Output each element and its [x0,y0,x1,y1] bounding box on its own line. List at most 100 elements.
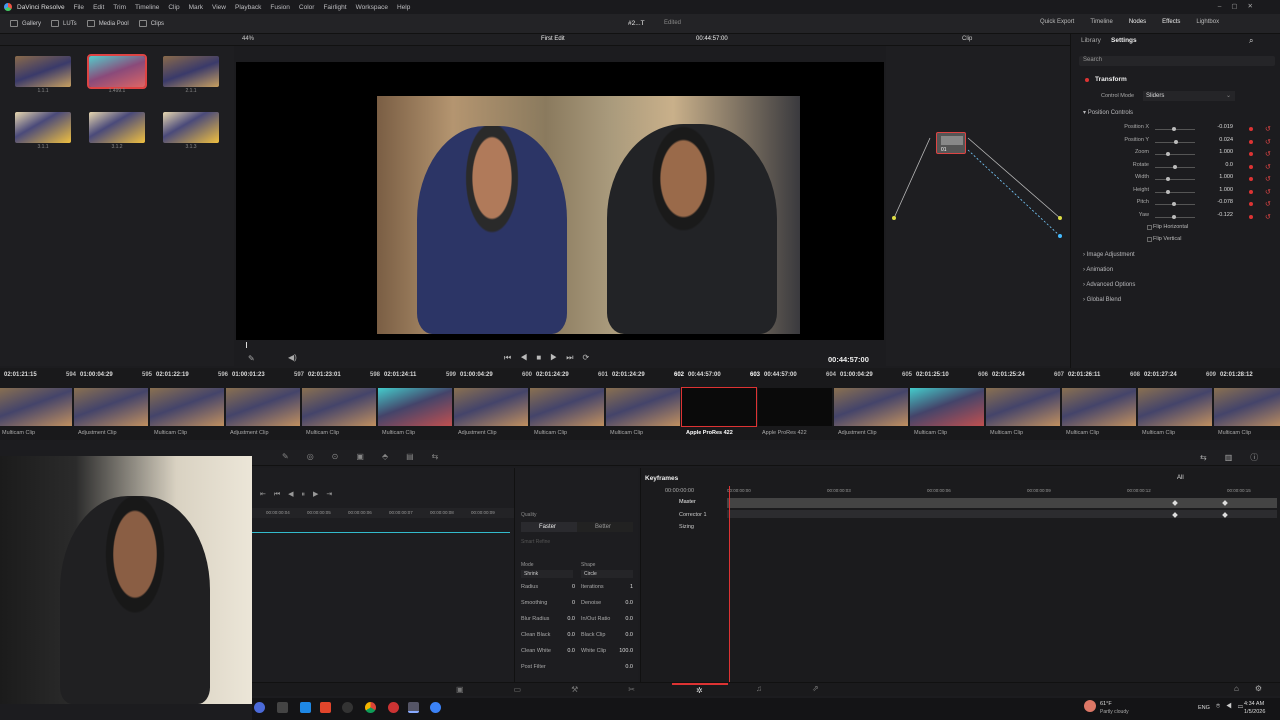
node-01[interactable]: 01 [936,132,966,154]
timeline-clip[interactable] [0,388,72,426]
gallery-still[interactable] [163,112,219,143]
menu-edit[interactable]: Edit [93,4,104,11]
reset-icon[interactable]: ↺ [1265,150,1271,158]
keyframe-button[interactable] [1249,164,1253,169]
chrome-icon[interactable] [365,702,376,713]
search-input[interactable]: Search [1079,56,1275,66]
param-slider[interactable] [1155,179,1195,180]
param-value[interactable]: 1.000 [1207,149,1233,155]
app-icon[interactable] [342,702,353,713]
timeline-clip[interactable] [1062,388,1136,426]
clip-mode-dropdown[interactable]: Clip [962,36,972,42]
tab-library[interactable]: Library [1081,37,1101,44]
quality-param-value[interactable]: 0 [555,600,575,606]
timeline-clip[interactable] [910,388,984,426]
corrector-keyframe-track[interactable] [727,510,1277,518]
param-value[interactable]: -0.019 [1207,124,1233,130]
app-icon[interactable] [388,702,399,713]
menu-view[interactable]: View [212,4,226,11]
app-icon[interactable] [300,702,311,713]
gallery-still[interactable] [89,112,145,143]
better-button[interactable]: Better [577,522,633,532]
reset-icon[interactable]: ↺ [1265,163,1271,171]
node-editor[interactable]: 01 [886,46,1070,366]
control-mode-dropdown[interactable]: Sliders ⌄ [1143,91,1235,101]
quality-param-value[interactable]: 100.0 [613,648,633,654]
color-page-tab[interactable]: ✲ [672,683,728,696]
reset-icon[interactable]: ↺ [1265,213,1271,221]
playhead-marker[interactable] [246,342,247,348]
slider-knob[interactable] [1171,214,1176,219]
menu-timeline[interactable]: Timeline [135,4,159,11]
mode-dropdown[interactable]: Shrink [521,570,573,578]
slider-knob[interactable] [1166,177,1171,181]
timeline-clip[interactable] [74,388,148,426]
tab-settings[interactable]: Settings [1111,37,1137,44]
quality-param-value[interactable]: 0.0 [555,616,575,622]
keyframe-playhead[interactable] [729,486,730,682]
slider-knob[interactable] [1166,152,1171,156]
param-slider[interactable] [1155,191,1195,193]
browser-icon[interactable] [320,702,331,713]
media-pool-button[interactable]: Media Pool [86,20,129,27]
image-adjustment-section[interactable]: › Image Adjustment [1083,252,1135,258]
param-value[interactable]: 1.000 [1207,187,1233,193]
faster-button[interactable]: Faster [521,522,577,532]
menu-clip[interactable]: Clip [168,4,179,11]
gallery-button[interactable]: Gallery [10,20,41,27]
slider-knob[interactable] [1166,189,1171,194]
slider-knob[interactable] [1173,139,1178,144]
tracker-transport-icons[interactable]: ⇤⏮◀⏸▶⇥ [260,490,340,499]
timeline-clip[interactable] [986,388,1060,426]
param-value[interactable]: 1.000 [1207,174,1233,180]
lightbox-button[interactable]: Lightbox [1196,19,1219,25]
app-icon[interactable] [277,702,288,713]
timeline-clip[interactable] [834,388,908,426]
home-settings-icons[interactable]: ⌂⚙ [1234,684,1278,693]
timeline-clip[interactable] [226,388,300,426]
param-value[interactable]: 0.0 [1207,162,1233,168]
luts-button[interactable]: LUTs [51,20,77,27]
search-icon[interactable]: ⌕ [1249,36,1253,46]
timeline-clip[interactable] [150,388,224,426]
quality-param-value[interactable]: 0.0 [555,648,575,654]
menu-workspace[interactable]: Workspace [356,4,388,11]
quality-param-value[interactable]: 0.0 [613,600,633,606]
timeline-clip[interactable] [681,387,757,427]
menu-trim[interactable]: Trim [113,4,126,11]
timeline-clip[interactable] [454,388,528,426]
slider-knob[interactable] [1172,202,1177,206]
param-value[interactable]: -0.122 [1207,212,1233,218]
effects-button[interactable]: Effects [1162,19,1180,25]
zoom-dropdown[interactable]: 44% [242,36,254,42]
timeline-clip[interactable] [758,388,832,426]
reset-icon[interactable]: ↺ [1265,200,1271,208]
clips-button[interactable]: Clips [138,20,164,27]
param-slider[interactable] [1155,154,1195,155]
quality-param-value[interactable]: 0.0 [613,616,633,622]
resolve-taskbar-icon[interactable] [408,702,419,713]
page-icons-right[interactable]: ♫⇗ [756,684,869,693]
global-blend-section[interactable]: › Global Blend [1083,297,1121,303]
slider-knob[interactable] [1173,164,1177,169]
quality-param-value[interactable]: 0.0 [555,632,575,638]
timeline-clip[interactable] [606,388,680,426]
quality-param-value[interactable]: 0 [555,584,575,590]
gallery-still[interactable] [15,56,71,87]
reset-icon[interactable]: ↺ [1265,188,1271,196]
page-icons[interactable]: ▣▭⚒✂ [456,685,685,694]
gallery-still[interactable] [15,112,71,143]
reset-icon[interactable]: ↺ [1265,175,1271,183]
reset-icon[interactable]: ↺ [1265,138,1271,146]
palette-tool-icons[interactable]: ✎◎⊙▣⬘▤⇆ [282,452,456,461]
window-controls[interactable]: –▢✕ [1218,2,1263,10]
animation-section[interactable]: › Animation [1083,267,1113,273]
gallery-still[interactable] [163,56,219,87]
flip-horizontal-checkbox[interactable] [1147,225,1152,230]
menu-fairlight[interactable]: Fairlight [323,4,346,11]
keyframe-button[interactable] [1249,127,1253,131]
keyframe-button[interactable] [1249,177,1253,181]
quick-export-button[interactable]: Quick Export [1040,19,1074,25]
quality-param-value[interactable]: 1 [613,584,633,590]
menu-playback[interactable]: Playback [235,4,261,11]
